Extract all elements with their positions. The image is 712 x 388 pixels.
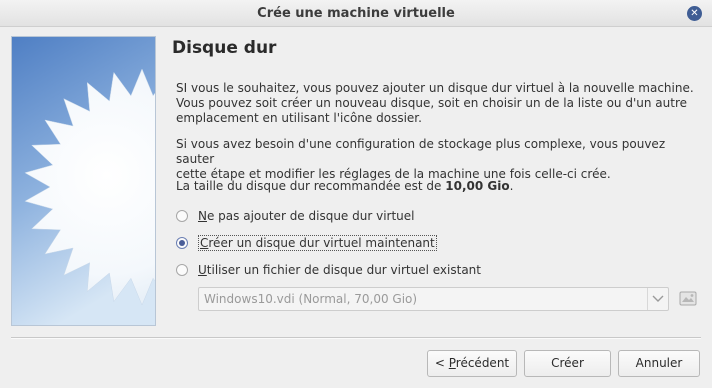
existing-disk-selected-value: Windows10.vdi (Normal, 70,00 Gio) [204,292,418,306]
option-existing-disk-mnemonic: U [198,263,207,277]
radio-existing-disk[interactable] [176,264,188,276]
advanced-line-1: Si vous avez besoin d'une configuration … [176,137,666,166]
recommended-size-value: 10,00 Gio [445,179,510,193]
folder-icon[interactable] [679,290,697,307]
window-title: Crée une machine virtuelle [257,6,455,21]
button-separator [11,337,701,339]
option-existing-disk-text: tiliser un fichier de disque dur virtuel… [206,263,481,277]
title-bar: Crée une machine virtuelle ✕ [0,0,712,27]
option-create-disk-text: réer un disque dur virtuel maintenant [208,236,435,250]
page-title: Disque dur [172,38,277,58]
advanced-paragraph: Si vous avez besoin d'une configuration … [176,137,696,182]
radio-no-disk[interactable] [176,210,188,222]
create-button[interactable]: Créer [524,350,611,377]
intro-line-2: Vous pouvez soit créer un nouveau disque… [176,96,688,110]
back-button-text: récédent [455,356,510,370]
intro-line-1: SI vous le souhaitez, vous pouvez ajoute… [176,81,694,95]
option-existing-disk-label: Utiliser un fichier de disque dur virtue… [198,263,481,277]
option-no-disk-text: e pas ajouter de disque dur virtuel [206,209,415,223]
option-no-disk-label: Ne pas ajouter de disque dur virtuel [198,209,415,223]
cancel-button[interactable]: Annuler [618,350,700,377]
option-create-disk-label: Créer un disque dur virtuel maintenant [198,235,437,251]
intro-paragraph: SI vous le souhaitez, vous pouvez ajoute… [176,81,696,126]
chevron-down-icon[interactable] [647,288,668,310]
close-icon[interactable]: ✕ [687,6,702,21]
radio-create-disk[interactable] [176,237,188,249]
wizard-banner-image [11,36,156,326]
recommended-size-prefix: La taille du disque dur recommandée est … [176,179,446,193]
option-existing-disk[interactable]: Utiliser un fichier de disque dur virtue… [176,261,481,279]
option-no-disk[interactable]: Ne pas ajouter de disque dur virtuel [176,207,415,225]
existing-disk-select[interactable]: Windows10.vdi (Normal, 70,00 Gio) [198,287,669,311]
back-button[interactable]: < Précédent [427,350,517,377]
recommended-size-text: La taille du disque dur recommandée est … [176,179,696,194]
intro-line-3: emplacement en utilisant l'icône dossier… [176,111,422,125]
recommended-size-suffix: . [509,179,514,193]
back-button-mnemonic: P [448,356,456,370]
back-button-prefix: < [434,356,449,370]
starburst-illustration [12,37,155,325]
option-no-disk-mnemonic: N [198,209,207,223]
option-create-disk[interactable]: Créer un disque dur virtuel maintenant [176,234,437,252]
